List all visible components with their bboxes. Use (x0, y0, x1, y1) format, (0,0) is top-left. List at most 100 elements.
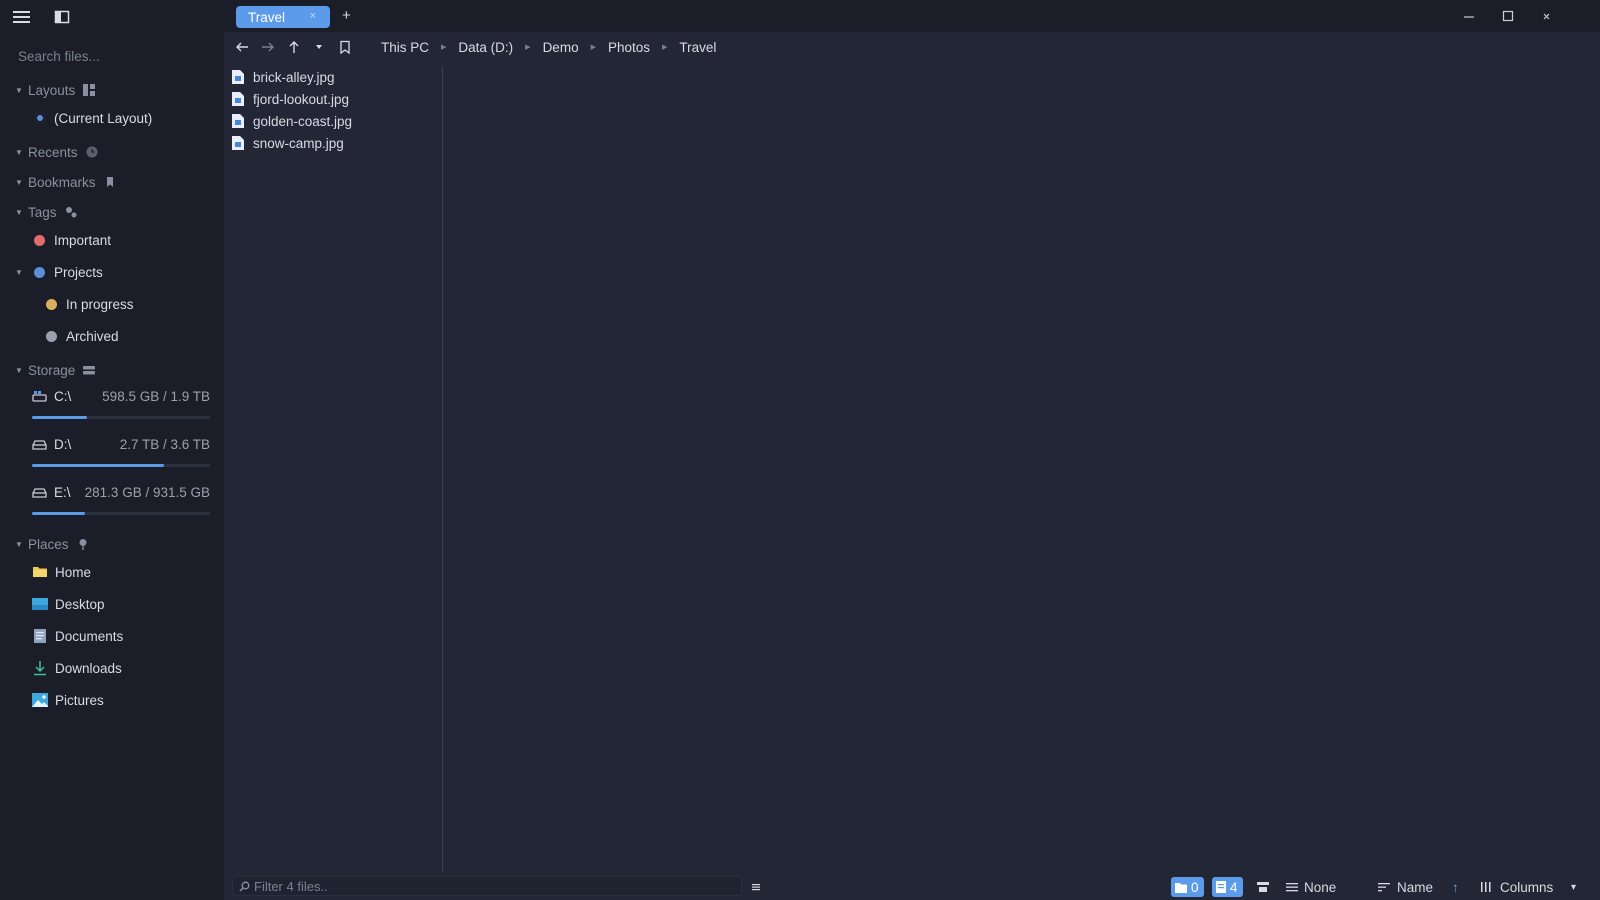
section-places[interactable]: ▼ Places (0, 533, 224, 555)
file-name: golden-coast.jpg (253, 113, 353, 129)
breadcrumb-travel[interactable]: Travel (679, 40, 716, 55)
filter-options-icon[interactable] (750, 878, 762, 896)
breadcrumb-separator-icon: ▶ (662, 44, 668, 51)
section-label: Layouts (28, 82, 76, 98)
sort-by-label: Name (1397, 879, 1434, 895)
file-count-badge[interactable]: 4 (1212, 877, 1243, 897)
drive-usage-bar (32, 464, 210, 467)
sidebar-toolbar (0, 0, 224, 34)
list-icon (1286, 883, 1298, 892)
collapse-icon[interactable] (1257, 878, 1269, 896)
up-arrow-icon[interactable] (286, 39, 302, 55)
drive-icon (32, 487, 47, 499)
search-input[interactable] (8, 44, 216, 68)
drive-size: 2.7 TB / 3.6 TB (119, 437, 210, 452)
drive-d[interactable]: D:\ 2.7 TB / 3.6 TB (30, 435, 210, 477)
layout-label: (Current Layout) (54, 110, 153, 126)
breadcrumb-photos[interactable]: Photos (608, 40, 650, 55)
windows-drive-icon (32, 391, 47, 403)
history-dropdown-icon[interactable] (311, 39, 327, 55)
place-item-desktop[interactable]: Desktop (32, 592, 105, 616)
bookmark-icon (104, 176, 116, 188)
place-label: Home (55, 564, 92, 580)
view-mode-dropdown-icon[interactable]: ▾ (1571, 878, 1576, 896)
drive-usage-bar (32, 512, 210, 515)
file-count: 4 (1230, 879, 1238, 895)
place-label: Desktop (55, 596, 105, 612)
tab-close-icon[interactable]: × (310, 10, 316, 22)
section-recents[interactable]: ▼ Recents (0, 141, 224, 163)
view-mode-label: Columns (1500, 879, 1554, 895)
sort-by-button[interactable]: Name (1378, 878, 1433, 896)
tag-item-projects[interactable]: ▼ Projects (15, 260, 103, 284)
place-label: Downloads (55, 660, 122, 676)
drive-name: E:\ (54, 485, 71, 500)
layouts-icon (83, 84, 96, 96)
pictures-icon (32, 692, 48, 708)
tag-item-archived[interactable]: Archived (46, 324, 119, 348)
layout-item-current[interactable]: (Current Layout) (35, 106, 152, 130)
columns-icon (1481, 882, 1491, 892)
section-layouts[interactable]: ▼ Layouts (0, 79, 224, 101)
bookmark-add-icon[interactable] (337, 39, 353, 55)
file-item[interactable]: snow-camp.jpg (232, 132, 432, 154)
place-item-pictures[interactable]: Pictures (32, 688, 104, 712)
new-tab-button[interactable]: + (342, 7, 351, 24)
tag-item-important[interactable]: Important (34, 228, 111, 252)
back-arrow-icon[interactable] (234, 39, 250, 55)
drive-usage-fill (32, 416, 88, 419)
caret-down-icon: ▼ (15, 365, 23, 375)
file-item[interactable]: golden-coast.jpg (232, 110, 432, 132)
column-splitter[interactable] (442, 66, 443, 872)
toggle-sidebar-icon[interactable] (54, 9, 70, 25)
group-by-label: None (1304, 879, 1337, 895)
sidebar: ▼ Layouts (Current Layout) ▼ Recents ▼ B… (0, 0, 224, 900)
drive-size: 598.5 GB / 1.9 TB (102, 389, 210, 404)
folder-count: 0 (1191, 879, 1199, 895)
close-window-icon[interactable] (1539, 8, 1555, 24)
status-bar: 0 4 None Name ↑ Columns ▾ (224, 870, 1600, 900)
drive-icon (32, 439, 47, 451)
tag-label: In progress (66, 296, 134, 312)
breadcrumb-separator-icon: ▶ (590, 44, 596, 51)
pin-icon (77, 538, 89, 550)
file-icon (1216, 881, 1226, 893)
sort-icon (1378, 883, 1390, 892)
breadcrumb-separator-icon: ▶ (525, 44, 531, 51)
hamburger-menu-icon[interactable] (13, 9, 30, 25)
sort-direction-button[interactable]: ↑ (1452, 878, 1459, 896)
place-item-downloads[interactable]: Downloads (32, 656, 122, 680)
caret-down-icon: ▼ (15, 539, 23, 549)
place-item-home[interactable]: Home (32, 560, 91, 584)
breadcrumb-this-pc[interactable]: This PC (381, 40, 429, 55)
download-icon (32, 660, 48, 676)
view-mode-button[interactable]: Columns (1480, 878, 1553, 896)
section-storage[interactable]: ▼ Storage (0, 359, 224, 381)
section-tags[interactable]: ▼ Tags (0, 201, 224, 223)
section-bookmarks[interactable]: ▼ Bookmarks (0, 171, 224, 193)
file-item[interactable]: fjord-lookout.jpg (232, 88, 432, 110)
tag-item-in-progress[interactable]: In progress (46, 292, 134, 316)
place-item-documents[interactable]: Documents (32, 624, 123, 648)
breadcrumb-data-d[interactable]: Data (D:) (458, 40, 513, 55)
navigation-bar: This PC ▶ Data (D:) ▶ Demo ▶ Photos ▶ Tr… (224, 32, 1600, 62)
caret-down-icon: ▼ (15, 147, 23, 157)
tag-label: Archived (66, 328, 119, 344)
drive-c[interactable]: C:\ 598.5 GB / 1.9 TB (30, 387, 210, 429)
drive-e[interactable]: E:\ 281.3 GB / 931.5 GB (30, 483, 210, 525)
folder-count-badge[interactable]: 0 (1171, 877, 1204, 897)
maximize-icon[interactable] (1500, 8, 1516, 24)
tag-label: Projects (54, 264, 103, 280)
tab-travel[interactable]: Travel × (236, 6, 330, 28)
storage-icon (83, 364, 96, 376)
drive-usage-fill (32, 464, 164, 467)
caret-down-icon: ▼ (15, 85, 23, 95)
group-by-button[interactable]: None (1286, 878, 1336, 896)
minimize-icon[interactable] (1461, 8, 1477, 24)
file-item[interactable]: brick-alley.jpg (232, 66, 432, 88)
filter-input[interactable] (254, 878, 714, 894)
breadcrumb-demo[interactable]: Demo (543, 40, 579, 55)
file-name: fjord-lookout.jpg (253, 91, 350, 107)
drive-name: C:\ (54, 389, 72, 404)
forward-arrow-icon[interactable] (260, 39, 276, 55)
